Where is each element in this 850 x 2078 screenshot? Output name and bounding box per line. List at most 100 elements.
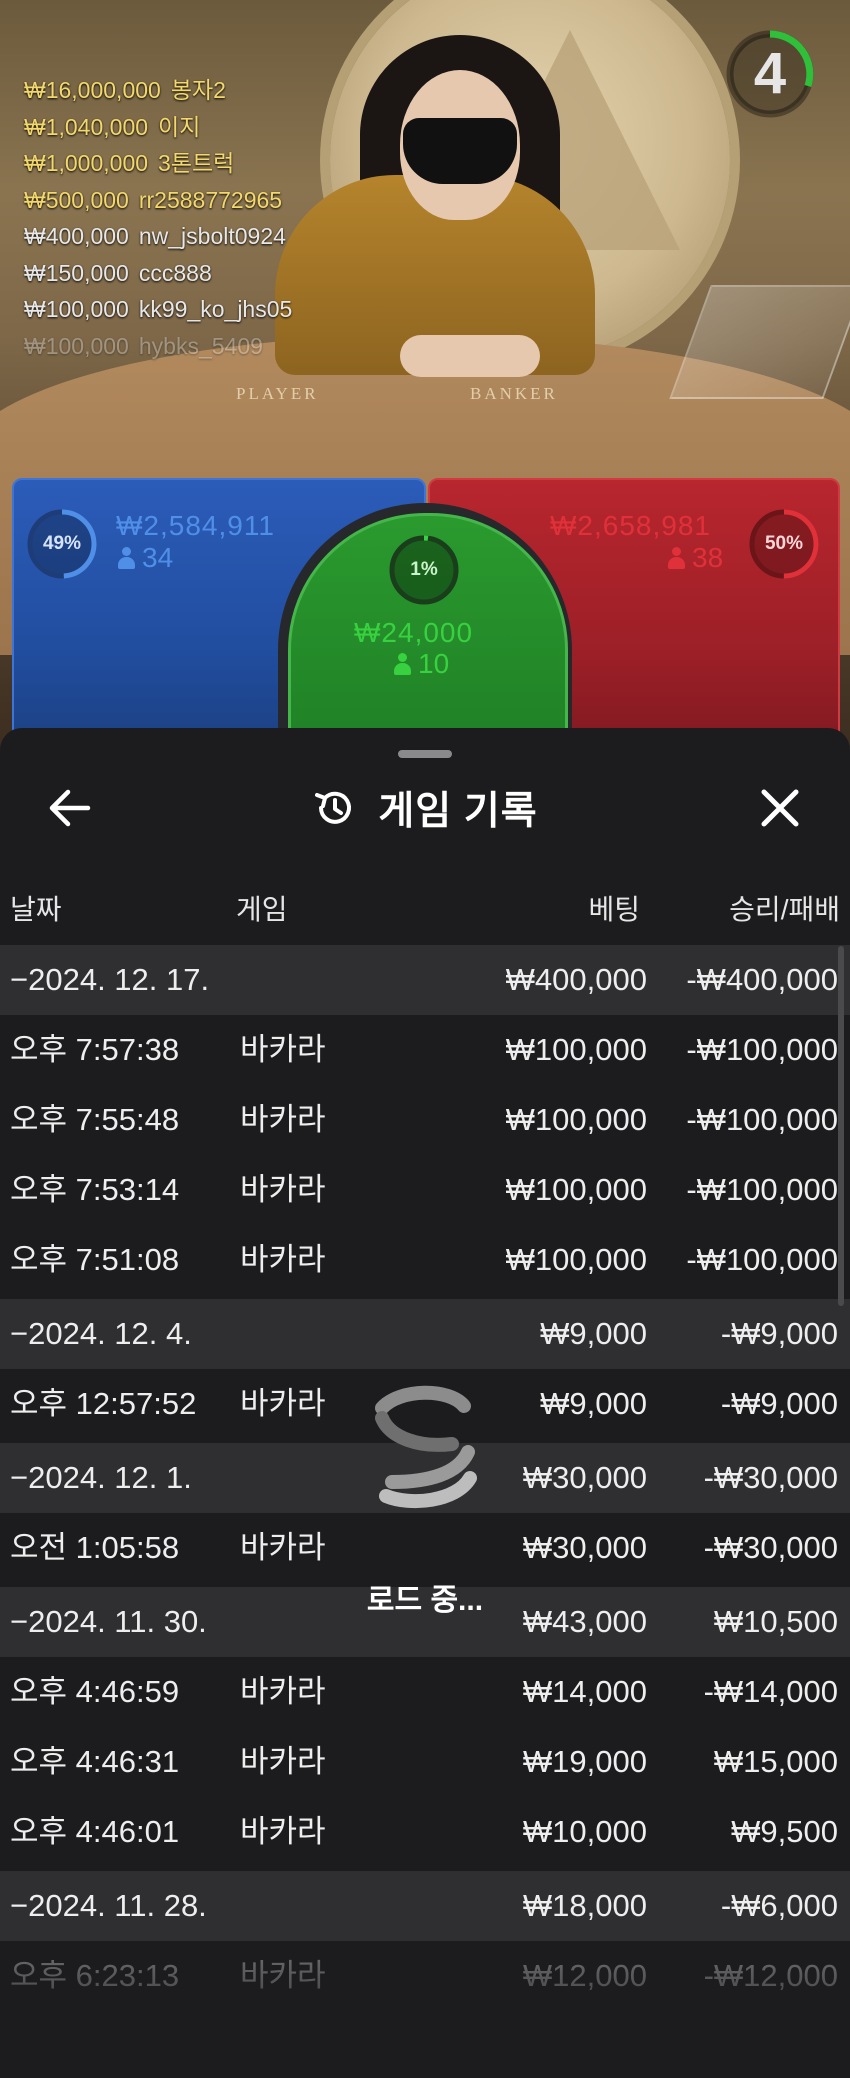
history-date-cell: −2024. 12. 1. (10, 1460, 192, 1495)
history-entry-row[interactable]: 오후 7:51:08 바카라 ₩100,000 -₩100,000 (0, 1225, 850, 1295)
history-entry-row[interactable]: 오후 4:46:01 바카라 ₩10,000 ₩9,500 (0, 1797, 850, 1867)
bet-feed-username: rr2588772965 (138, 186, 283, 213)
history-date-group-row[interactable]: −2024. 12. 4. ₩9,000 -₩9,000 (0, 1299, 850, 1369)
history-entry-row[interactable]: 오후 7:57:38 바카라 ₩100,000 -₩100,000 (0, 1015, 850, 1085)
bet-feed-username: ccc888 (138, 259, 212, 286)
bet-feed-amount: ₩16,000,000 (24, 77, 161, 103)
card-shoe (669, 285, 850, 399)
history-game-cell: 바카라 (240, 1530, 326, 1565)
bet-feed-username: hybks_5409 (138, 332, 263, 359)
history-game-cell: 바카라 (240, 1102, 326, 1137)
history-date-cell: 오후 7:51:08 (10, 1242, 180, 1277)
history-result-cell: -₩14,000 (703, 1674, 838, 1709)
history-date-cell: −2024. 12. 17. (10, 962, 210, 997)
person-icon (118, 547, 135, 569)
sheet-drag-handle[interactable] (398, 750, 452, 758)
history-date-group-row[interactable]: −2024. 11. 28. ₩18,000 -₩6,000 (0, 1871, 850, 1941)
bet-feed-item: ₩1,000,000 3톤트럭 (24, 145, 484, 182)
history-bet-cell: ₩43,000 (522, 1604, 647, 1639)
history-result-cell: -₩6,000 (720, 1888, 838, 1923)
history-result-cell: ₩10,500 (713, 1604, 838, 1639)
bet-feed-item: ₩500,000 rr2588772965 (24, 182, 484, 219)
history-date-cell: 오후 7:55:48 (10, 1102, 180, 1137)
history-entry-row[interactable]: 오후 7:53:14 바카라 ₩100,000 -₩100,000 (0, 1155, 850, 1225)
close-icon[interactable] (752, 780, 808, 836)
bet-feed-amount: ₩100,000 (24, 296, 129, 322)
history-date-cell: −2024. 12. 4. (10, 1316, 192, 1351)
history-icon (315, 791, 352, 824)
tie-count-value: 10 (418, 648, 450, 679)
banker-percent: 50% (764, 533, 804, 554)
history-result-cell: -₩100,000 (686, 1242, 838, 1277)
column-header-date[interactable]: 날짜 (10, 888, 62, 928)
tie-bettor-count: 10 (394, 648, 449, 680)
player-percent: 49% (42, 533, 82, 554)
loading-text: 로드 중... (366, 1584, 484, 1617)
history-bet-cell: ₩100,000 (505, 1032, 647, 1067)
history-bet-cell: ₩9,000 (540, 1316, 647, 1351)
bet-feed-username: 봉자2 (170, 77, 226, 103)
bet-feed-amount: ₩1,040,000 (24, 113, 149, 140)
history-date-cell: 오후 4:46:01 (10, 1814, 180, 1849)
live-bet-feed: ₩16,000,000 봉자2 ₩1,040,000 이지 ₩1,000,000 3톤트럭… (24, 72, 484, 364)
column-header-game[interactable]: 게임 (236, 888, 288, 928)
history-result-cell: -₩100,000 (686, 1102, 838, 1137)
history-result-cell: -₩100,000 (686, 1032, 838, 1067)
column-header-result[interactable]: 승리/패배 (729, 888, 840, 928)
history-bet-cell: ₩30,000 (522, 1530, 647, 1565)
banker-total-amount: ₩2,658,981 (550, 510, 711, 541)
bet-feed-amount: ₩1,000,000 (24, 150, 149, 176)
history-bet-cell: ₩400,000 (505, 962, 647, 997)
bet-feed-item: ₩16,000,000 봉자2 (24, 72, 484, 109)
history-date-cell: 오후 12:57:52 (10, 1386, 197, 1421)
history-date-cell: 오후 7:57:38 (10, 1032, 180, 1067)
history-entry-row[interactable]: 오전 1:05:58 바카라 ₩30,000 -₩30,000 (0, 1513, 850, 1583)
bet-feed-amount: ₩150,000 (24, 259, 129, 286)
banker-bettor-count: 38 (668, 542, 723, 574)
bet-feed-amount: ₩500,000 (24, 186, 129, 213)
history-game-cell: 바카라 (240, 1814, 326, 1849)
history-game-cell: 바카라 (240, 1172, 326, 1207)
sheet-header: 게임 기록 (0, 780, 850, 836)
table-label-banker: BANKER (470, 384, 558, 403)
history-game-cell: 바카라 (240, 1242, 326, 1277)
history-result-cell: -₩30,000 (703, 1460, 838, 1495)
history-result-cell: -₩9,000 (720, 1386, 838, 1421)
history-game-cell: 바카라 (240, 1674, 326, 1709)
history-date-group-row[interactable]: −2024. 12. 17. ₩400,000 -₩400,000 (0, 945, 850, 1015)
person-icon (394, 653, 411, 675)
bet-feed-item: ₩400,000 nw_jsbolt0924 (24, 218, 484, 255)
history-date-cell: 오후 4:46:31 (10, 1744, 180, 1779)
history-date-cell: 오후 4:46:59 (10, 1674, 180, 1709)
history-result-cell: ₩9,500 (731, 1814, 838, 1849)
spinner-icon (375, 1385, 477, 1509)
history-bet-cell: ₩9,000 (540, 1386, 647, 1421)
bet-feed-amount: ₩100,000 (24, 332, 129, 359)
bet-feed-item: ₩1,040,000 이지 (24, 109, 484, 146)
history-date-cell: 오후 7:53:14 (10, 1172, 180, 1207)
history-result-cell: -₩9,000 (720, 1316, 838, 1351)
history-result-cell: -₩100,000 (686, 1172, 838, 1207)
history-bet-cell: ₩18,000 (522, 1888, 647, 1923)
history-bet-cell: ₩100,000 (505, 1242, 647, 1277)
history-scrollbar[interactable] (838, 946, 844, 1306)
history-game-cell: 바카라 (240, 1032, 326, 1067)
player-bettor-count: 34 (118, 542, 173, 574)
bet-feed-item: ₩150,000 ccc888 (24, 255, 484, 292)
history-entry-row[interactable]: 오후 4:46:31 바카라 ₩19,000 ₩15,000 (0, 1727, 850, 1797)
banker-count-value: 38 (692, 542, 724, 573)
bet-feed-username: 3톤트럭 (158, 150, 235, 176)
history-bet-cell: ₩14,000 (522, 1674, 647, 1709)
player-total-amount: ₩2,584,911 (116, 510, 275, 541)
countdown-timer: 4 (753, 41, 787, 106)
column-header-bet[interactable]: 베팅 (588, 888, 640, 928)
live-stream-video: PLAYER BANKER ₩16,000,000 봉자2 ₩1,040,000 이지… (0, 0, 850, 760)
history-result-cell: -₩30,000 (703, 1530, 838, 1565)
history-game-cell: 바카라 (240, 1386, 326, 1421)
bet-feed-item: ₩100,000 hybks_5409 (24, 328, 484, 365)
bet-feed-username: 이지 (158, 113, 201, 140)
history-entry-row[interactable]: 오후 4:46:59 바카라 ₩14,000 -₩14,000 (0, 1657, 850, 1727)
sheet-title: 게임 기록 (378, 790, 538, 833)
history-date-cell: −2024. 11. 30. (10, 1604, 207, 1639)
history-entry-row[interactable]: 오후 7:55:48 바카라 ₩100,000 -₩100,000 (0, 1085, 850, 1155)
